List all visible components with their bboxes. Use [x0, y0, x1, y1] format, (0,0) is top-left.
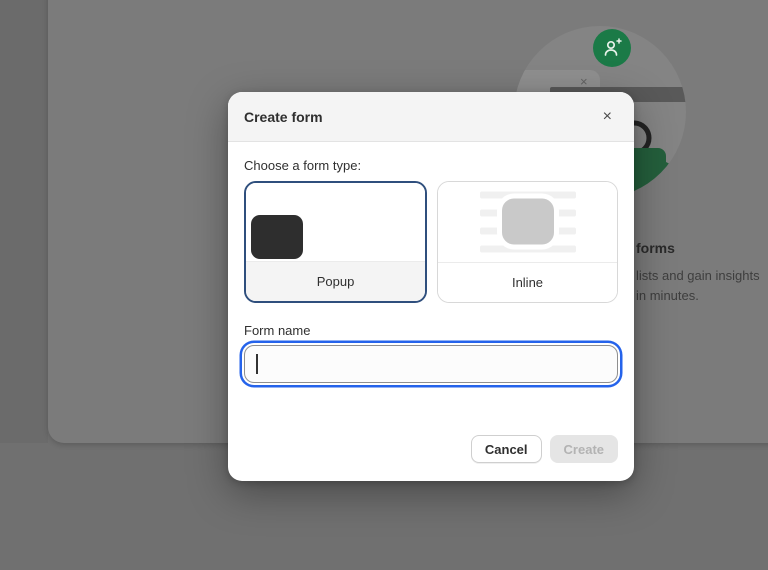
page-gutter [0, 0, 48, 443]
empty-state-heading: forms [636, 240, 675, 256]
popup-illustration [246, 183, 425, 261]
empty-state-text: forms lists and gain insights in minutes… [636, 240, 768, 306]
form-name-input-wrap [244, 345, 618, 383]
form-name-input[interactable] [244, 345, 618, 383]
inline-illustration [438, 182, 617, 262]
empty-state-line2: in minutes. [636, 288, 699, 303]
create-form-dialog: Create form × Choose a form type: Popup [228, 92, 634, 481]
person-add-icon [604, 38, 622, 56]
option-inline-label: Inline [438, 262, 617, 302]
dialog-body: Choose a form type: Popup Inline Form na… [228, 142, 634, 403]
close-icon[interactable]: × [597, 107, 618, 127]
dialog-footer: Cancel Create [228, 435, 634, 481]
option-popup-label: Popup [246, 261, 425, 301]
inline-stripe [479, 191, 576, 199]
cancel-button[interactable]: Cancel [470, 435, 542, 463]
screen: × forms lists and gain insights in minut… [0, 0, 768, 570]
inline-block [501, 198, 554, 245]
person-add-badge [593, 29, 631, 67]
text-caret [256, 354, 258, 374]
form-type-label: Choose a form type: [244, 158, 362, 173]
inline-shape-icon [479, 191, 576, 253]
dialog-header: Create form × [228, 92, 634, 142]
option-inline[interactable]: Inline [437, 181, 618, 303]
form-type-options: Popup Inline [244, 181, 618, 303]
dialog-title: Create form [244, 108, 323, 125]
empty-state-line1: lists and gain insights [636, 268, 760, 283]
popup-shape-icon [251, 215, 303, 259]
create-button[interactable]: Create [549, 435, 618, 463]
form-name-label: Form name [244, 323, 311, 338]
option-popup[interactable]: Popup [244, 181, 427, 303]
inline-stripe [479, 245, 576, 253]
